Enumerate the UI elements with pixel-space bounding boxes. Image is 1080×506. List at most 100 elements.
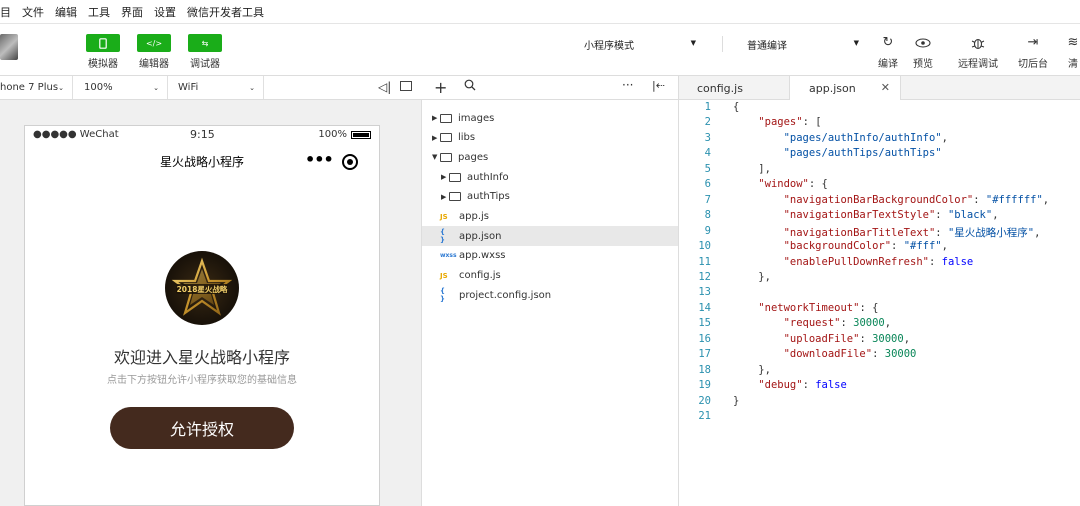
debugger-button[interactable]: ⇆ 调试器 bbox=[187, 34, 223, 70]
file-tree-item[interactable]: JS config.js bbox=[422, 266, 678, 286]
tab-label: config.js bbox=[697, 81, 743, 95]
more-icon[interactable]: ••• bbox=[305, 150, 334, 169]
code-line: 14 "networkTimeout": { bbox=[679, 302, 1080, 317]
preview-label: 预览 bbox=[913, 59, 933, 70]
file-tree-item[interactable]: wxss app.wxss bbox=[422, 246, 678, 266]
tab-config-js[interactable]: config.js bbox=[679, 76, 789, 100]
caret-right-icon[interactable]: ▶ bbox=[441, 193, 449, 201]
network-select[interactable]: WiFi ⌄ bbox=[172, 76, 264, 99]
app-logo: 2018星火战略 bbox=[165, 251, 239, 325]
json-file-icon: { } bbox=[440, 228, 445, 245]
code-text: ], bbox=[733, 162, 771, 175]
file-tree-item-label: authTips bbox=[467, 191, 510, 203]
tab-app-json[interactable]: app.json ✕ bbox=[789, 76, 901, 101]
phone-screen: ●●●●● WeChat 9:15 100% 星火战略小程序 ••• 2018星… bbox=[24, 125, 380, 506]
popout-icon[interactable] bbox=[400, 81, 412, 91]
menu-item-devtools[interactable]: 微信开发者工具 bbox=[187, 4, 264, 20]
file-tree-item[interactable]: { } project.config.json bbox=[422, 285, 678, 305]
json-file-icon: { } bbox=[440, 287, 445, 304]
clear-cache-button[interactable]: ≋ 清 bbox=[1066, 34, 1080, 70]
status-bar: ●●●●● WeChat 9:15 100% bbox=[25, 126, 379, 144]
code-line: 15 "request": 30000, bbox=[679, 317, 1080, 332]
network-select-value: WiFi bbox=[178, 82, 199, 93]
add-file-icon[interactable]: + bbox=[434, 78, 447, 97]
simulator-label: 模拟器 bbox=[88, 59, 118, 70]
code-line: 13 bbox=[679, 286, 1080, 301]
file-tree-item[interactable]: ▶ authInfo bbox=[422, 167, 678, 187]
allow-authorization-button[interactable]: 允许授权 bbox=[110, 407, 294, 449]
code-line: 20} bbox=[679, 395, 1080, 410]
volume-icon[interactable]: ◁| bbox=[378, 80, 391, 94]
caret-right-icon[interactable]: ▶ bbox=[432, 134, 440, 142]
code-line: 10 "backgroundColor": "#fff", bbox=[679, 240, 1080, 255]
menu-item-settings[interactable]: 设置 bbox=[154, 4, 176, 20]
file-tree-item[interactable]: ▶ libs bbox=[422, 128, 678, 148]
background-button[interactable]: ⇥ 切后台 bbox=[1015, 34, 1051, 70]
line-number: 7 bbox=[704, 193, 711, 206]
menu-item-file[interactable]: 文件 bbox=[22, 4, 44, 20]
code-line: 11 "enablePullDownRefresh": false bbox=[679, 256, 1080, 271]
compile-select[interactable]: 普通编译 ▼ bbox=[741, 34, 867, 54]
more-options-icon[interactable]: ··· bbox=[622, 78, 633, 92]
code-icon: </> bbox=[137, 34, 171, 52]
file-tree-item[interactable]: ▶ images bbox=[422, 108, 678, 128]
search-icon[interactable] bbox=[464, 79, 476, 95]
line-number: 8 bbox=[704, 209, 711, 222]
caret-right-icon[interactable]: ▶ bbox=[441, 173, 449, 181]
compile-select-value: 普通编译 bbox=[747, 40, 787, 52]
preview-button[interactable]: 预览 bbox=[910, 34, 936, 70]
caret-down-icon[interactable]: ▼ bbox=[432, 153, 440, 161]
menu-item-tools[interactable]: 工具 bbox=[88, 4, 110, 20]
code-editor[interactable]: 1{2 "pages": [3 "pages/authInfo/authInfo… bbox=[679, 100, 1080, 506]
line-number: 15 bbox=[698, 317, 711, 330]
file-tree-item[interactable]: ▶ authTips bbox=[422, 187, 678, 207]
code-line: 9 "navigationBarTitleText": "星火战略小程序", bbox=[679, 225, 1080, 240]
device-select[interactable]: hone 7 Plus ⌄ bbox=[0, 76, 73, 99]
editor-button[interactable]: </> 编辑器 bbox=[136, 34, 172, 70]
file-tree-item[interactable]: JS app.js bbox=[422, 207, 678, 227]
simulator-area: ●●●●● WeChat 9:15 100% 星火战略小程序 ••• 2018星… bbox=[0, 100, 422, 506]
simulator-button[interactable]: 模拟器 bbox=[85, 34, 121, 70]
line-number: 10 bbox=[698, 240, 711, 253]
line-number: 9 bbox=[704, 224, 711, 237]
folder-icon bbox=[440, 113, 452, 123]
line-number: 20 bbox=[698, 394, 711, 407]
line-number: 14 bbox=[698, 301, 711, 314]
line-number: 12 bbox=[698, 270, 711, 283]
bug-icon bbox=[955, 34, 1001, 52]
folder-open-icon bbox=[440, 152, 452, 162]
code-text: "uploadFile": 30000, bbox=[783, 332, 911, 345]
file-tree-item[interactable]: { } app.json bbox=[422, 226, 678, 247]
compile-button[interactable]: ↻ 编译 bbox=[876, 34, 900, 70]
mode-select-value: 小程序模式 bbox=[584, 40, 634, 52]
code-line: 6 "window": { bbox=[679, 178, 1080, 193]
menu-item-edit[interactable]: 编辑 bbox=[55, 4, 77, 20]
menu-item-view[interactable]: 目 bbox=[0, 4, 11, 20]
close-capsule-icon[interactable] bbox=[342, 154, 358, 170]
code-line: 12 }, bbox=[679, 271, 1080, 286]
mode-select[interactable]: 小程序模式 ▼ bbox=[578, 34, 704, 54]
line-number: 6 bbox=[704, 178, 711, 191]
close-icon[interactable]: ✕ bbox=[881, 81, 890, 94]
code-line: 2 "pages": [ bbox=[679, 116, 1080, 131]
layers-icon: ≋ bbox=[1067, 35, 1079, 50]
zoom-select[interactable]: 100% ⌄ bbox=[78, 76, 168, 99]
collapse-panel-icon[interactable]: |⇠ bbox=[652, 79, 665, 92]
remote-debug-button[interactable]: 远程调试 bbox=[955, 34, 1001, 70]
menu-item-interface[interactable]: 界面 bbox=[121, 4, 143, 20]
code-text: }, bbox=[733, 363, 771, 376]
line-number: 5 bbox=[704, 162, 711, 175]
avatar[interactable] bbox=[0, 34, 18, 60]
code-text: "networkTimeout": { bbox=[758, 301, 879, 314]
chevron-down-icon: ⌄ bbox=[153, 84, 159, 92]
file-tree-item[interactable]: ▼ pages bbox=[422, 147, 678, 167]
code-text: "navigationBarBackgroundColor": "#ffffff… bbox=[783, 193, 1050, 206]
code-line: 21 bbox=[679, 410, 1080, 425]
logo-text: 2018星火战略 bbox=[177, 284, 228, 294]
welcome-subtitle: 点击下方按钮允许小程序获取您的基础信息 bbox=[107, 375, 297, 386]
caret-right-icon[interactable]: ▶ bbox=[432, 114, 440, 122]
remote-debug-label: 远程调试 bbox=[958, 59, 998, 70]
file-tree-item-label: authInfo bbox=[467, 171, 509, 183]
code-text: } bbox=[733, 394, 740, 407]
line-number: 21 bbox=[698, 410, 711, 422]
